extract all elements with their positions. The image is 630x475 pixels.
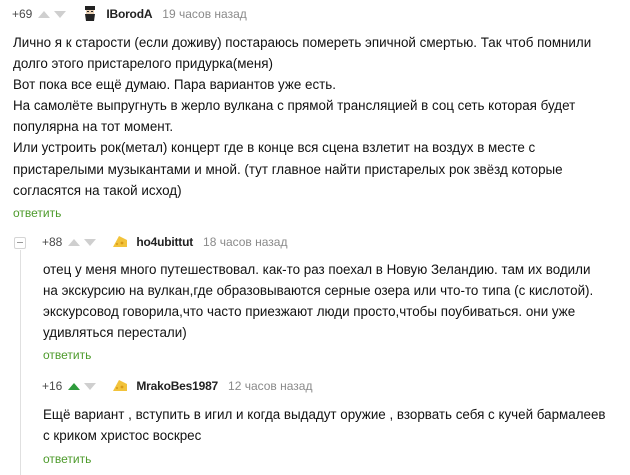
comment-rating: +88	[42, 235, 63, 249]
comment-text-line: пристарелыми музыкантами и мной. (тут гл…	[13, 161, 563, 177]
cheese-avatar-icon[interactable]	[112, 378, 128, 394]
comment-time: 12 часов назад	[228, 379, 313, 393]
comment-rating: +16	[42, 379, 63, 393]
cheese-avatar-icon[interactable]	[112, 234, 128, 250]
comment-header: +88 ho4ubittut 18 часов назад	[42, 232, 287, 252]
thread-line	[20, 250, 21, 475]
comment-text: Лично я к старости (если доживу) постара…	[13, 32, 623, 201]
comment-text: Ещё вариант , вступить в игил и когда вы…	[43, 404, 623, 446]
username-link[interactable]: IBorodA	[106, 7, 152, 21]
reply-link[interactable]: ответить	[43, 348, 91, 362]
comment-text-line: отец у меня много путешествовал. как-то …	[43, 262, 591, 277]
username-link[interactable]: MrakoBes1987	[136, 379, 218, 393]
vote-controls	[38, 10, 70, 18]
comment-header: +16 MrakoBes1987 12 часов назад	[42, 376, 312, 396]
comment-time: 18 часов назад	[203, 235, 288, 249]
vote-controls	[68, 238, 100, 246]
comment-text-line: на экскурсию на вулкан,где образовываютс…	[43, 283, 594, 299]
downvote-icon[interactable]	[84, 382, 97, 390]
comment-text-line: Лично я к старости (если доживу) постара…	[13, 35, 592, 50]
reply-link[interactable]: ответить	[13, 206, 61, 220]
comment-text-line: согласятся на такой исход)	[13, 182, 182, 198]
downvote-icon[interactable]	[84, 238, 97, 246]
upvote-icon[interactable]	[68, 382, 81, 390]
vote-controls	[68, 382, 100, 390]
upvote-icon[interactable]	[68, 238, 81, 246]
comment-text-line: удивляться перестали)	[43, 325, 187, 341]
comment-text-line: Ещё вариант , вступить в игил и когда вы…	[43, 407, 606, 422]
comment-text-line: экскурсовод говорила,что часто приезжают…	[43, 304, 576, 320]
username-link[interactable]: ho4ubittut	[136, 235, 193, 249]
reply-link[interactable]: ответить	[43, 452, 91, 466]
comment-text-line: с криком христос воскрес	[43, 428, 202, 444]
comment-text-line: Или устроить рок(метал) концерт где в ко…	[13, 140, 536, 156]
comment-rating: +69	[12, 7, 33, 21]
comment-time: 19 часов назад	[162, 7, 247, 21]
bearded-man-avatar-icon[interactable]	[82, 6, 98, 22]
comment-text-line: долго этого пристарелого придурка(меня)	[13, 56, 273, 72]
comment-text-line: популярна на тот момент.	[13, 119, 174, 135]
comment-text: отец у меня много путешествовал. как-то …	[43, 259, 623, 343]
comment-header: +69 IBorodA 19 часов назад	[12, 4, 247, 24]
comment-text-line: Вот пока все ещё думаю. Пара вариантов у…	[13, 77, 336, 93]
comment-text-line: На самолёте выпругнуть в жерло вулкана с…	[13, 98, 576, 114]
downvote-icon[interactable]	[54, 10, 67, 18]
collapse-thread-button[interactable]	[14, 237, 26, 249]
upvote-icon[interactable]	[38, 10, 51, 18]
